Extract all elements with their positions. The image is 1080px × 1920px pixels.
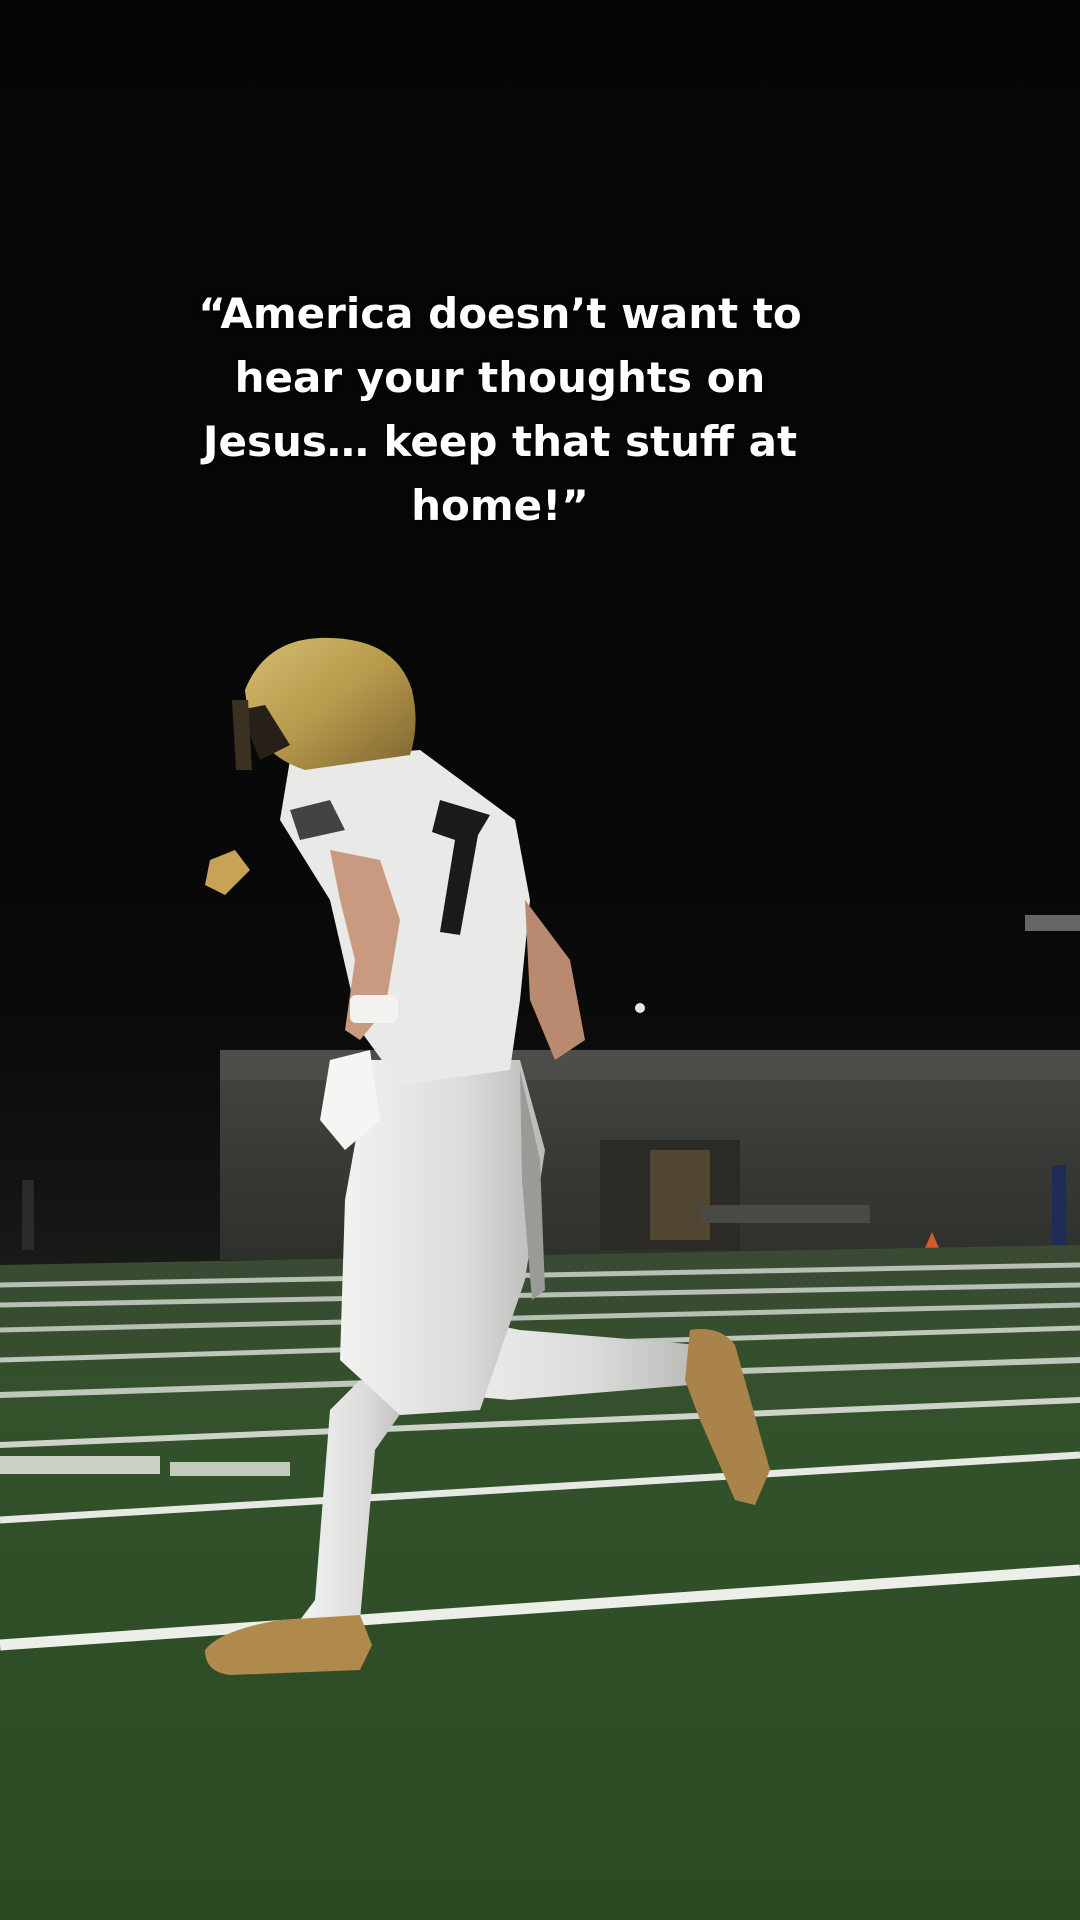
caption-text: “America doesn’t want to hear your thoug… xyxy=(198,289,802,530)
video-frame: “America doesn’t want to hear your thoug… xyxy=(0,0,1080,1920)
